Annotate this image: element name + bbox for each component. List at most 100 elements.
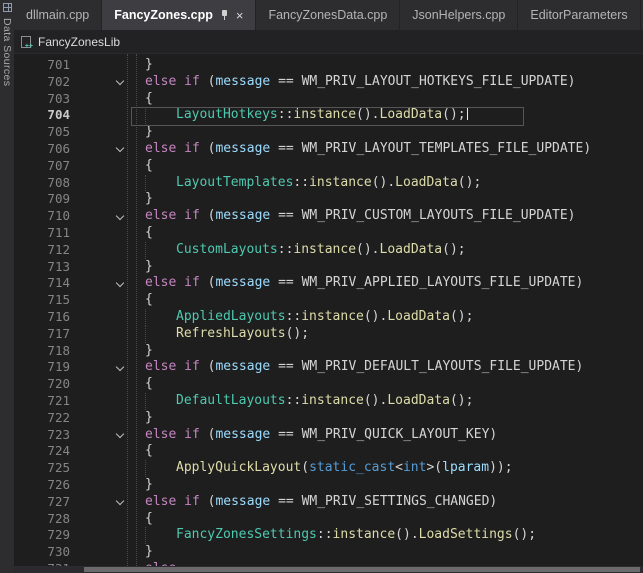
line-number[interactable]: 704	[14, 107, 70, 124]
line-number[interactable]: 713	[14, 259, 70, 276]
code-line-709[interactable]: 709}	[14, 191, 643, 208]
code-text[interactable]: else if (message == WM_PRIV_APPLIED_LAYO…	[128, 275, 643, 292]
fold-margin[interactable]	[70, 208, 128, 225]
code-text[interactable]: }	[128, 259, 643, 276]
line-number[interactable]: 729	[14, 527, 70, 544]
code-text[interactable]: }	[128, 544, 643, 561]
line-number[interactable]: 715	[14, 292, 70, 309]
code-line-713[interactable]: 713}	[14, 259, 643, 276]
code-text[interactable]: }	[128, 57, 643, 74]
code-line-724[interactable]: 724 {	[14, 443, 643, 460]
code-line-723[interactable]: 723 else if (message == WM_PRIV_QUICK_LAY…	[14, 427, 643, 444]
code-text[interactable]: }	[128, 191, 643, 208]
code-text[interactable]: AppliedLayouts::instance().LoadData();	[128, 309, 643, 326]
code-line-706[interactable]: 706else if (message == WM_PRIV_LAYOUT_TE…	[14, 141, 643, 158]
code-text[interactable]: CustomLayouts::instance().LoadData();	[128, 242, 643, 259]
tab-fancyzones-cpp[interactable]: FancyZones.cpp×	[102, 0, 256, 30]
line-number[interactable]: 718	[14, 343, 70, 360]
fold-chevron-icon[interactable]	[116, 497, 124, 505]
code-text[interactable]: FancyZonesSettings::instance().LoadSetti…	[128, 527, 643, 544]
code-line-722[interactable]: 722}	[14, 410, 643, 427]
line-number[interactable]: 730	[14, 544, 70, 561]
line-number[interactable]: 714	[14, 275, 70, 292]
line-number[interactable]: 716	[14, 309, 70, 326]
code-text[interactable]: {	[128, 443, 643, 460]
code-text[interactable]: {	[128, 376, 643, 393]
code-text[interactable]: {	[128, 91, 643, 108]
line-number[interactable]: 703	[14, 91, 70, 108]
line-number[interactable]: 725	[14, 460, 70, 477]
code-line-718[interactable]: 718}	[14, 343, 643, 360]
code-text[interactable]: LayoutHotkeys::instance().LoadData();	[128, 107, 643, 124]
code-text[interactable]: ApplyQuickLayout(static_cast<int>(lparam…	[128, 460, 643, 477]
fold-chevron-icon[interactable]	[116, 144, 124, 152]
code-text[interactable]: DefaultLayouts::instance().LoadData();	[128, 393, 643, 410]
code-line-711[interactable]: 711{	[14, 225, 643, 242]
data-sources-icon[interactable]	[3, 3, 12, 12]
tab-editorparameters[interactable]: EditorParameters	[518, 0, 640, 30]
line-number[interactable]: 722	[14, 410, 70, 427]
fold-chevron-icon[interactable]	[116, 77, 124, 85]
code-text[interactable]: else if (message == WM_PRIV_LAYOUT_TEMPL…	[128, 141, 643, 158]
code-line-725[interactable]: 725 ApplyQuickLayout(static_cast<int>(lpa…	[14, 460, 643, 477]
code-line-702[interactable]: 702 else if (message == WM_PRIV_LAYOUT_HO…	[14, 74, 643, 91]
line-number[interactable]: 719	[14, 359, 70, 376]
code-line-705[interactable]: 705}	[14, 124, 643, 141]
code-line-703[interactable]: 703 {	[14, 91, 643, 108]
code-line-712[interactable]: 712 CustomLayouts::instance().LoadData();	[14, 242, 643, 259]
line-number[interactable]: 717	[14, 326, 70, 343]
pin-icon[interactable]	[220, 9, 229, 22]
code-line-716[interactable]: 716 AppliedLayouts::instance().LoadData()…	[14, 309, 643, 326]
line-number[interactable]: 711	[14, 225, 70, 242]
line-number[interactable]: 710	[14, 208, 70, 225]
fold-chevron-icon[interactable]	[116, 430, 124, 438]
fold-chevron-icon[interactable]	[116, 211, 124, 219]
line-number[interactable]: 705	[14, 124, 70, 141]
close-icon[interactable]: ×	[236, 9, 244, 22]
code-line-717[interactable]: 717 RefreshLayouts();	[14, 326, 643, 343]
code-text[interactable]: {	[128, 292, 643, 309]
fold-margin[interactable]	[70, 494, 128, 511]
code-line-727[interactable]: 727else if (message == WM_PRIV_SETTINGS_…	[14, 494, 643, 511]
line-number[interactable]: 726	[14, 477, 70, 494]
code-text[interactable]: }	[128, 477, 643, 494]
code-line-719[interactable]: 719else if (message == WM_PRIV_DEFAULT_L…	[14, 359, 643, 376]
code-line-730[interactable]: 730}	[14, 544, 643, 561]
code-text[interactable]: else if (message == WM_PRIV_CUSTOM_LAYOU…	[128, 208, 643, 225]
fold-margin[interactable]	[70, 141, 128, 158]
line-number[interactable]: 702	[14, 74, 70, 91]
breadcrumb-project[interactable]: FancyZonesLib	[38, 35, 120, 49]
horizontal-scrollbar[interactable]	[14, 566, 643, 573]
fold-margin[interactable]	[70, 74, 128, 91]
code-line-721[interactable]: 721 DefaultLayouts::instance().LoadData()…	[14, 393, 643, 410]
fold-margin[interactable]	[70, 359, 128, 376]
horizontal-scrollbar-thumb[interactable]	[84, 567, 640, 572]
tab-jsonhelpers-cpp[interactable]: JsonHelpers.cpp	[400, 0, 518, 30]
line-number[interactable]: 712	[14, 242, 70, 259]
line-number[interactable]: 723	[14, 427, 70, 444]
code-text[interactable]: }	[128, 410, 643, 427]
code-line-715[interactable]: 715 {	[14, 292, 643, 309]
code-text[interactable]: }	[128, 343, 643, 360]
fold-chevron-icon[interactable]	[116, 279, 124, 287]
code-line-720[interactable]: 720 {	[14, 376, 643, 393]
code-text[interactable]: RefreshLayouts();	[128, 326, 643, 343]
code-line-714[interactable]: 714 else if (message == WM_PRIV_APPLIED_L…	[14, 275, 643, 292]
line-number[interactable]: 724	[14, 443, 70, 460]
code-text[interactable]: else if (message == WM_PRIV_QUICK_LAYOUT…	[128, 427, 643, 444]
line-number[interactable]: 701	[14, 57, 70, 74]
tab-dllmain-cpp[interactable]: dllmain.cpp	[14, 0, 102, 30]
line-number[interactable]: 721	[14, 393, 70, 410]
code-line-708[interactable]: 708LayoutTemplates::instance().LoadData(…	[14, 175, 643, 192]
tool-tab-data-sources[interactable]: Data Sources	[1, 18, 13, 86]
line-number[interactable]: 720	[14, 376, 70, 393]
code-text[interactable]: }	[128, 124, 643, 141]
code-line-729[interactable]: 729 FancyZonesSettings::instance().LoadSe…	[14, 527, 643, 544]
code-text[interactable]: else if (message == WM_PRIV_LAYOUT_HOTKE…	[128, 74, 643, 91]
tab-fancyzonesdata-cpp[interactable]: FancyZonesData.cpp	[256, 0, 400, 30]
code-line-710[interactable]: 710 else if (message == WM_PRIV_CUSTOM_LA…	[14, 208, 643, 225]
code-line-704[interactable]: 704 LayoutHotkeys::instance().LoadData();	[14, 107, 643, 124]
line-number[interactable]: 707	[14, 158, 70, 175]
code-text[interactable]: {	[128, 511, 643, 528]
line-number[interactable]: 709	[14, 191, 70, 208]
